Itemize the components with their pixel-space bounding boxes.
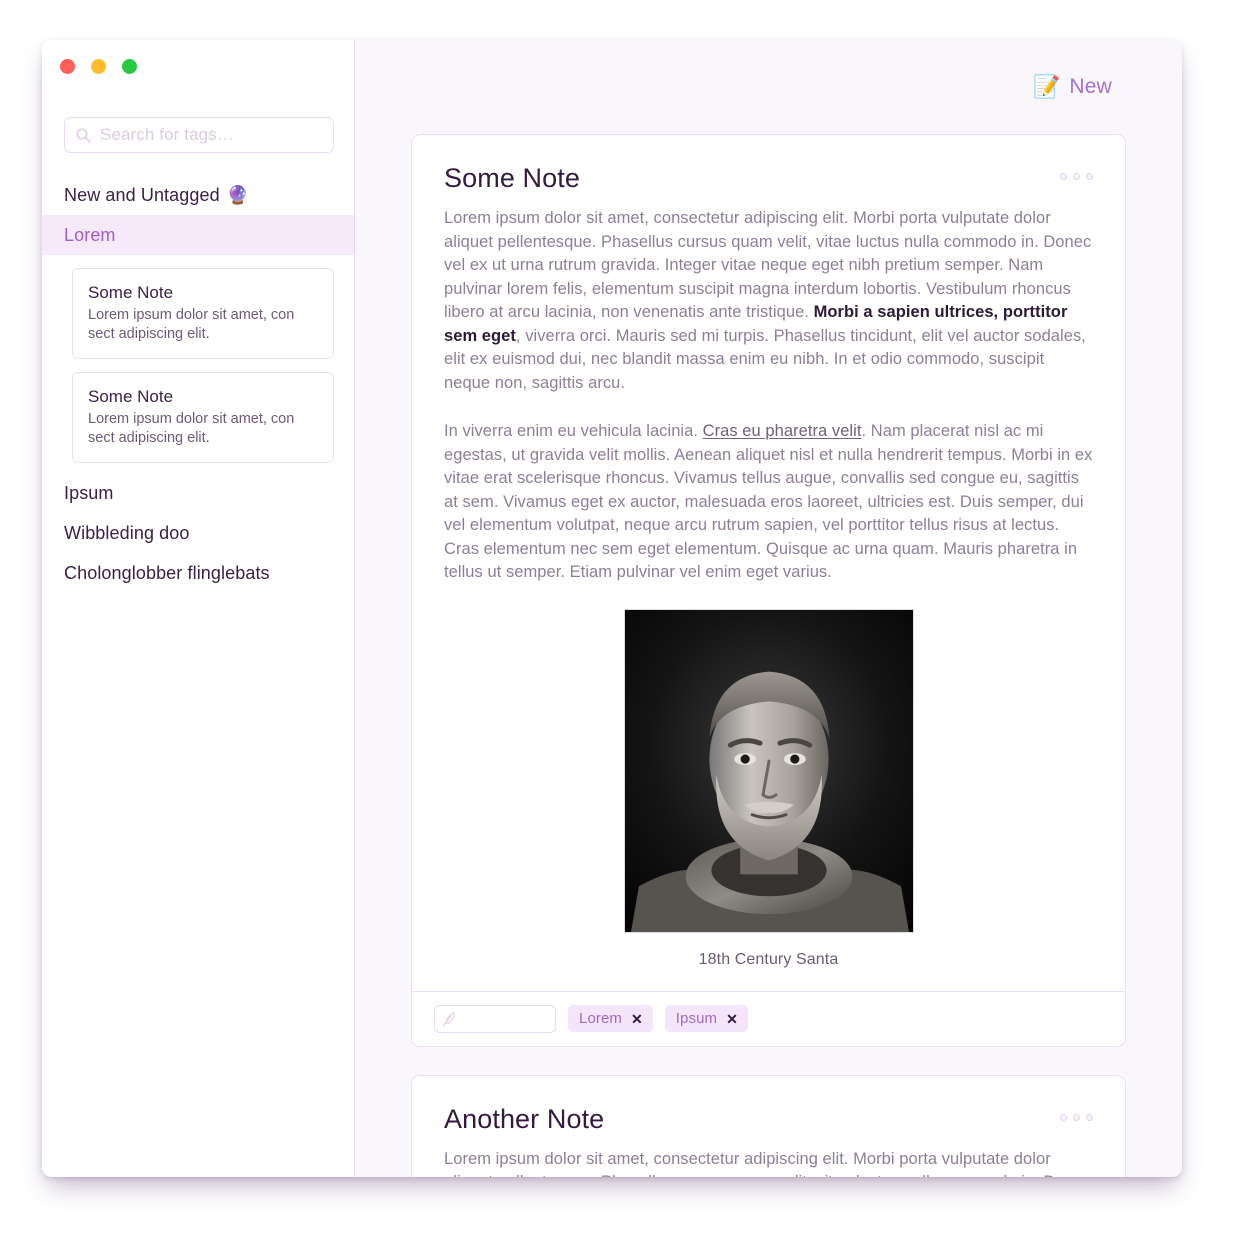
note-title: Some Note [444,163,580,193]
search-icon [76,127,91,143]
dot-icon [1073,173,1080,180]
sidebar-item-ipsum[interactable]: Ipsum [42,473,354,513]
note-body: Some Note Lorem ipsum dolor sit amet, co… [412,135,1125,991]
note-tag-lorem[interactable]: Lorem ✕ [568,1005,653,1032]
dot-icon [1060,173,1067,180]
dot-icon [1060,1113,1067,1121]
image-caption: 18th Century Santa [698,950,839,968]
note-title: Another Note [444,1103,605,1134]
tag-list: New and Untagged 🔮 Lorem Some Note Lorem… [42,175,354,593]
note-stub-title: Some Note [88,387,174,406]
sidebar-item-new-and-untagged[interactable]: New and Untagged 🔮 [42,175,354,215]
main-toolbar: 📝 New [355,40,1182,134]
tag-label: Lorem [64,225,116,245]
list-item[interactable]: Some Note Lorem ipsum dolor sit amet, co… [72,372,334,463]
sidebar-note-stubs: Some Note Lorem ipsum dolor sit amet, co… [42,268,354,463]
note-options-menu[interactable] [1060,161,1093,180]
note-stub-excerpt: Lorem ipsum dolor sit amet, con sect adi… [88,307,295,342]
note-card[interactable]: Some Note Lorem ipsum dolor sit amet, co… [411,134,1126,1047]
note-stub-excerpt: Lorem ipsum dolor sit amet, con sect adi… [88,411,295,446]
window-controls [42,40,354,74]
tag-search: Search for tags… [64,117,334,153]
paragraph-link[interactable]: Cras eu pharetra velit [703,422,862,440]
note-paragraph: In viverra enim eu vehicula lacinia. Cra… [444,420,1093,585]
tag-label: Lorem [579,1010,623,1027]
add-tag-input[interactable] [434,1004,556,1033]
note-image [623,608,914,933]
note-tag-ipsum[interactable]: Ipsum ✕ [664,1005,748,1032]
remove-tag-icon[interactable]: ✕ [726,1012,738,1026]
search-input[interactable]: Search for tags… [64,117,334,153]
paragraph-text: In viverra enim eu vehicula lacinia. [444,422,703,440]
dot-icon [1086,173,1093,180]
zoom-button[interactable] [122,59,137,74]
close-button[interactable] [60,59,75,74]
dot-icon [1073,1113,1080,1121]
search-placeholder: Search for tags… [100,125,234,144]
note-header: Another Note [444,1102,1093,1136]
tag-label: Cholonglobber flinglebats [64,563,270,583]
new-note-label: New [1069,75,1112,98]
note-header: Some Note [444,161,1093,195]
note-options-menu[interactable] [1060,1102,1093,1121]
sidebar-item-lorem[interactable]: Lorem [42,215,354,255]
remove-tag-icon[interactable]: ✕ [631,1012,643,1026]
note-paragraph: Lorem ipsum dolor sit amet, consectetur … [444,207,1093,395]
app-window: Search for tags… New and Untagged 🔮 Lore… [42,40,1182,1177]
sidebar: Search for tags… New and Untagged 🔮 Lore… [42,40,355,1177]
paragraph-text: . Nam placerat nisl ac mi egestas, ut gr… [444,422,1093,581]
sidebar-item-wibbleding-doo[interactable]: Wibbleding doo [42,513,354,553]
tag-label: Wibbleding doo [64,523,190,543]
tag-label: Ipsum [675,1010,718,1027]
sidebar-item-cholonglobber-flinglebats[interactable]: Cholonglobber flinglebats [42,553,354,593]
note-stub-title: Some Note [88,283,174,302]
memo-icon: 📝 [1032,74,1061,99]
note-figure: 18th Century Santa [444,608,1093,969]
tag-label: Ipsum [64,483,114,503]
feather-icon [443,1011,455,1026]
notes-list: Some Note Lorem ipsum dolor sit amet, co… [355,134,1182,1177]
note-card[interactable]: Another Note Lorem ipsum dolor sit amet,… [411,1074,1126,1178]
note-tag-bar: Lorem ✕ Ipsum ✕ [412,990,1125,1046]
crystal-ball-icon: 🔮 [226,185,250,205]
tag-label: New and Untagged [64,185,220,205]
main-content: 📝 New Some Note Lorem ipsum dolor sit am… [355,40,1182,1177]
list-item[interactable]: Some Note Lorem ipsum dolor sit amet, co… [72,268,334,359]
note-paragraph: Lorem ipsum dolor sit amet, consectetur … [444,1149,1091,1178]
note-body: Another Note Lorem ipsum dolor sit amet,… [412,1076,1125,1178]
new-note-button[interactable]: 📝 New [1033,75,1112,99]
minimize-button[interactable] [91,59,106,74]
dot-icon [1086,1113,1093,1121]
paragraph-text: , viverra orci. Mauris sed mi turpis. Ph… [444,326,1086,392]
